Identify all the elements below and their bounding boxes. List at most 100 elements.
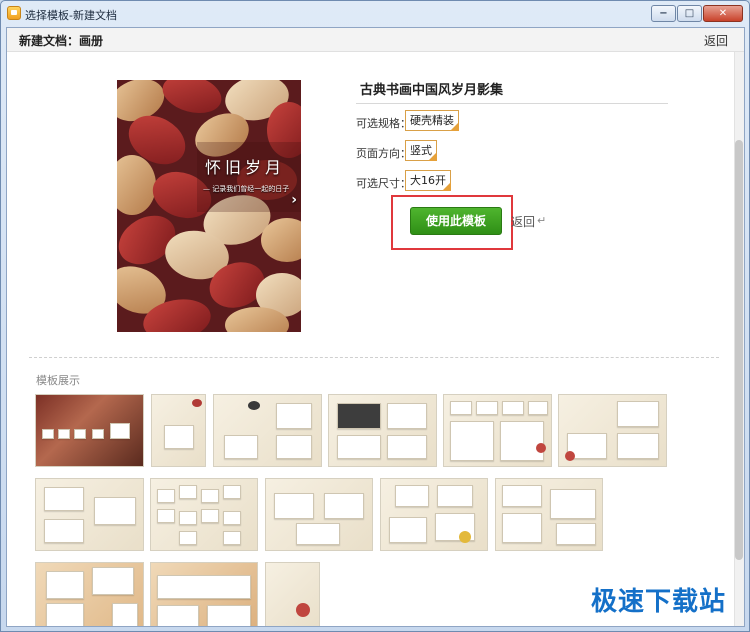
app-icon <box>7 6 21 20</box>
option-row-spec: 可选规格： 硬壳精装 <box>356 107 668 134</box>
window-controls: − □ ✕ <box>651 5 743 22</box>
photo-placeholder <box>46 571 84 599</box>
photo-placeholder <box>387 435 427 459</box>
scrollbar-thumb[interactable] <box>735 140 743 560</box>
photo-placeholder <box>337 435 381 459</box>
template-thumbnail[interactable] <box>380 478 488 551</box>
template-thumbnail[interactable] <box>558 394 667 467</box>
photo-placeholder <box>179 511 197 525</box>
close-button[interactable]: ✕ <box>703 5 743 22</box>
photo-placeholder <box>617 433 659 459</box>
photo-placeholder <box>476 401 498 415</box>
template-thumbnail[interactable] <box>328 394 437 467</box>
flower-decoration <box>459 531 471 543</box>
orientation-select[interactable]: 竖式 <box>405 140 437 161</box>
photo-placeholder <box>157 605 199 626</box>
photo-placeholder <box>223 531 241 545</box>
template-thumbnail[interactable] <box>35 478 144 551</box>
photo-placeholder <box>500 421 544 461</box>
photo-placeholder <box>179 485 197 499</box>
photo-placeholder <box>387 403 427 429</box>
next-page-icon[interactable]: › <box>291 192 297 208</box>
template-thumbnail[interactable] <box>265 478 373 551</box>
ink-decoration <box>248 401 260 410</box>
page-header: 新建文档：画册 返回 <box>7 28 744 52</box>
photo-placeholder <box>223 485 241 499</box>
app-window: 选择模板-新建文档 − □ ✕ 新建文档：画册 返回 怀旧岁月 — 记录我们曾经… <box>0 0 750 632</box>
option-label: 可选规格： <box>356 117 411 130</box>
photo-placeholder <box>395 485 429 507</box>
option-label: 页面方向： <box>356 147 411 160</box>
header-back-link[interactable]: 返回 <box>704 32 728 49</box>
option-label: 可选尺寸： <box>356 177 411 190</box>
photo-placeholder <box>617 401 659 427</box>
client-area: 新建文档：画册 返回 怀旧岁月 — 记录我们曾经一起的日子 › 古典书画中国风岁… <box>6 27 745 627</box>
vertical-scrollbar[interactable] <box>734 52 744 626</box>
photo-placeholder <box>274 493 314 519</box>
template-thumbnail[interactable] <box>213 394 322 467</box>
minimize-button[interactable]: − <box>651 5 676 22</box>
template-thumbnail[interactable] <box>35 394 144 467</box>
photo-placeholder <box>502 401 524 415</box>
photo-placeholder <box>502 485 542 507</box>
template-thumbnail[interactable] <box>35 562 144 626</box>
photo-placeholder <box>179 531 197 545</box>
size-select[interactable]: 大16开 <box>405 170 451 191</box>
option-row-orientation: 页面方向： 竖式 <box>356 137 668 164</box>
photo-placeholder <box>207 605 251 626</box>
cover-preview: 怀旧岁月 — 记录我们曾经一起的日子 › <box>117 80 301 332</box>
photo-placeholder <box>74 429 86 439</box>
window-title: 选择模板-新建文档 <box>25 9 117 22</box>
photo-placeholder <box>389 517 427 543</box>
minimize-icon: − <box>659 8 668 19</box>
photo-placeholder <box>223 511 241 525</box>
photo-placeholder <box>110 423 130 439</box>
photo-placeholder <box>157 489 175 503</box>
flower-decoration <box>565 451 575 461</box>
template-info: 古典书画中国风岁月影集 可选规格： 硬壳精装 页面方向： 竖式 可选尺寸： 大1… <box>356 79 668 194</box>
template-thumbnail[interactable] <box>150 562 258 626</box>
close-icon: ✕ <box>718 8 728 19</box>
photo-placeholder <box>58 429 70 439</box>
maximize-icon: □ <box>684 8 695 19</box>
photo-placeholder <box>94 497 136 525</box>
photo-placeholder <box>44 519 84 543</box>
template-thumbnail[interactable] <box>265 562 320 626</box>
photo-placeholder <box>201 489 219 503</box>
site-watermark: 极速下载站 <box>590 587 726 617</box>
use-template-highlight: 使用此模板 <box>391 195 513 250</box>
photo-placeholder <box>337 403 381 429</box>
photo-placeholder <box>502 513 542 543</box>
template-thumbnail[interactable] <box>443 394 552 467</box>
back-button[interactable]: 返回 <box>511 213 535 230</box>
photo-placeholder <box>450 421 494 461</box>
photo-placeholder <box>92 429 104 439</box>
photo-placeholder <box>296 523 340 545</box>
option-row-size: 可选尺寸： 大16开 <box>356 167 668 194</box>
photo-placeholder <box>112 603 138 626</box>
cover-title: 怀旧岁月 <box>205 158 286 177</box>
template-name: 古典书画中国风岁月影集 <box>356 79 668 104</box>
return-mark-icon: ↵ <box>537 214 547 227</box>
photo-placeholder <box>437 485 473 507</box>
maximize-button[interactable]: □ <box>677 5 702 22</box>
template-thumbnail[interactable] <box>495 478 603 551</box>
use-template-button[interactable]: 使用此模板 <box>410 207 502 235</box>
photo-placeholder <box>276 435 312 459</box>
photo-placeholder <box>324 493 364 519</box>
cover-image <box>117 80 301 332</box>
flower-decoration <box>296 603 310 617</box>
template-thumbnail[interactable] <box>150 478 258 551</box>
title-bar[interactable]: 选择模板-新建文档 − □ ✕ <box>1 1 749 27</box>
photo-placeholder <box>224 435 258 459</box>
flower-decoration <box>536 443 546 453</box>
photo-placeholder <box>528 401 548 415</box>
spec-select[interactable]: 硬壳精装 <box>405 110 459 131</box>
photo-placeholder <box>201 509 219 523</box>
photo-placeholder <box>556 523 596 545</box>
page-title: 新建文档：画册 <box>19 34 104 48</box>
section-divider <box>29 357 719 358</box>
template-thumbnail[interactable] <box>151 394 206 467</box>
photo-placeholder <box>42 429 54 439</box>
photo-placeholder <box>276 403 312 429</box>
